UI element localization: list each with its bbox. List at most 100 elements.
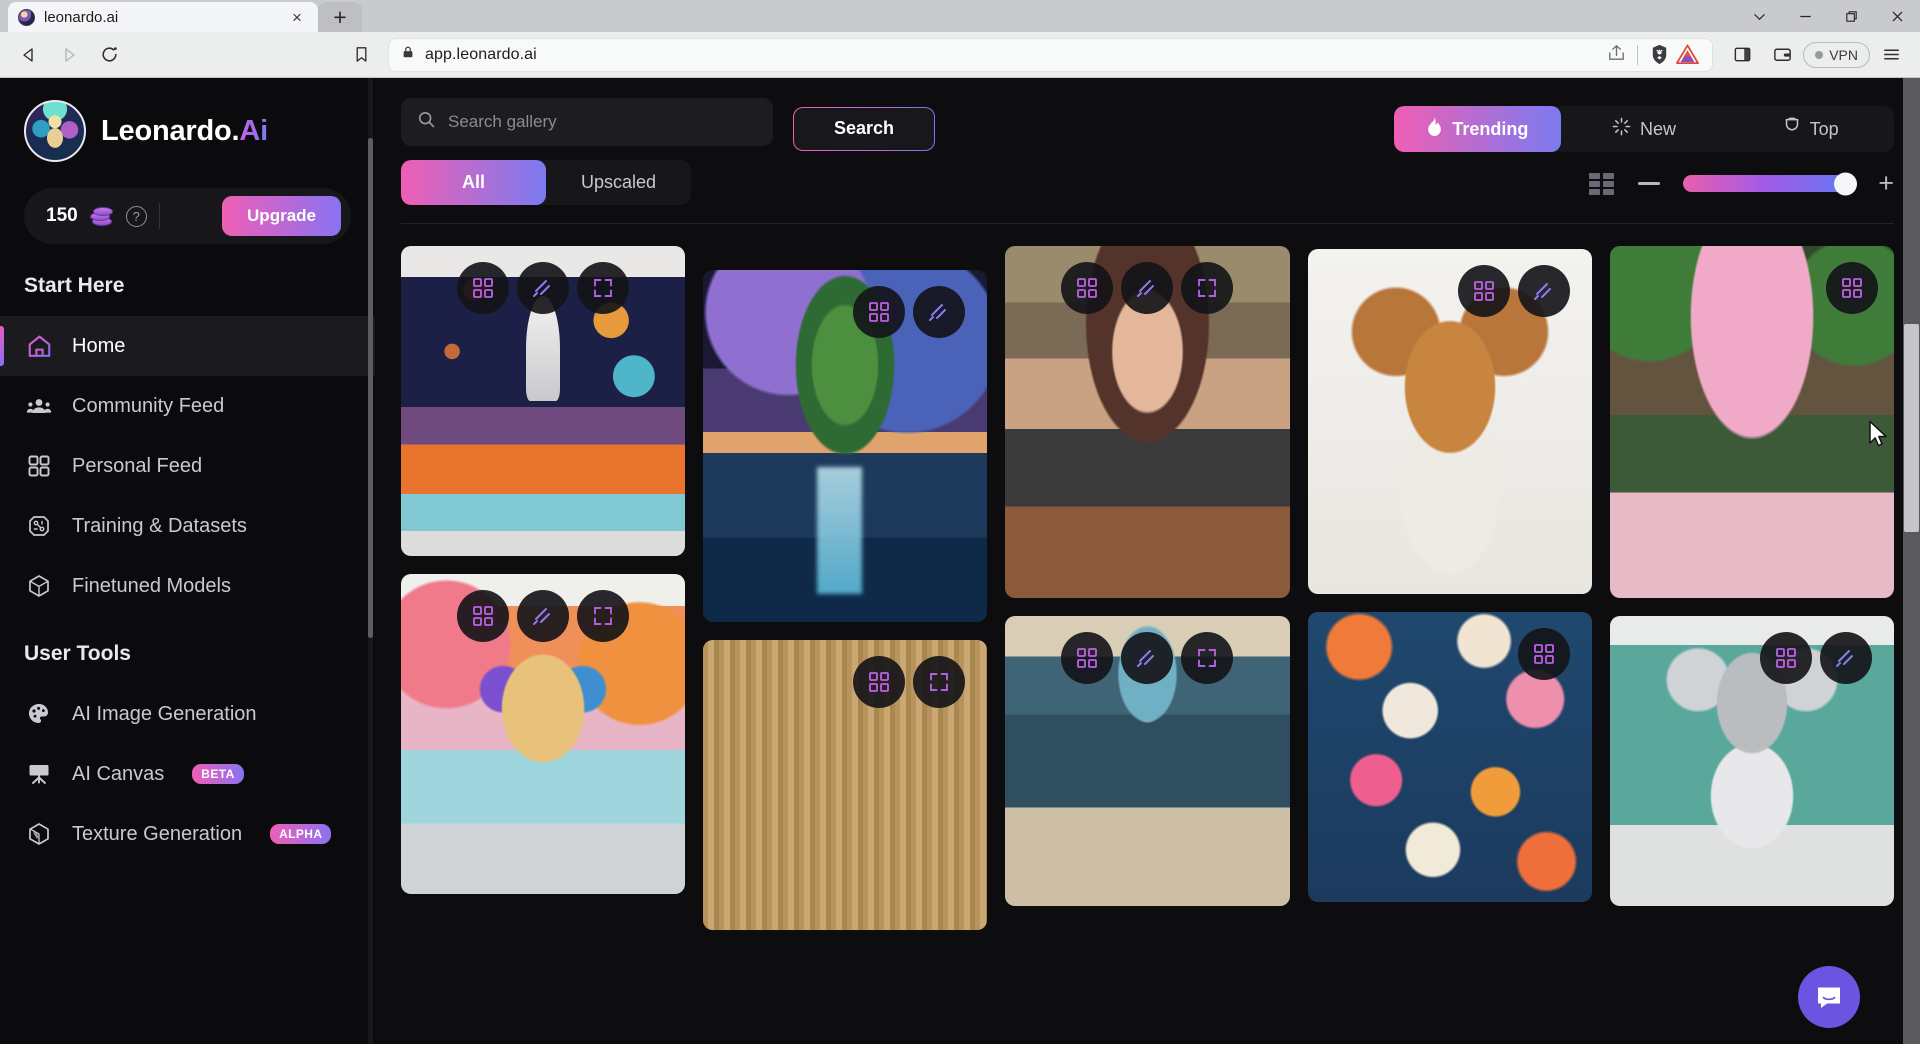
gallery-card-colorful-lion-sunglasses-illustration[interactable] [401, 574, 686, 894]
remix-icon[interactable] [853, 656, 906, 708]
forward-arrow-icon[interactable] [50, 37, 88, 73]
remix-icon[interactable] [1061, 262, 1114, 314]
gallery-card-blue-haired-fantasy-warrior[interactable] [1005, 616, 1290, 906]
sidebar-scrollbar-thumb[interactable] [368, 138, 373, 638]
gallery-column [401, 246, 686, 930]
page-scrollbar-track[interactable] [1903, 78, 1920, 1044]
expand-icon[interactable] [1181, 262, 1234, 314]
expand-icon[interactable] [1181, 632, 1234, 684]
upscale-icon[interactable] [517, 262, 570, 314]
zoom-in-button[interactable]: + [1878, 170, 1894, 197]
remix-icon[interactable] [457, 590, 510, 642]
remix-icon[interactable] [1061, 632, 1114, 684]
grid-density-icon[interactable] [1589, 172, 1615, 195]
reload-icon[interactable] [90, 37, 128, 73]
sort-tabs: Trending New Top [1394, 106, 1894, 152]
sidebar-item-finetuned-models[interactable]: Finetuned Models [0, 556, 375, 616]
hamburger-menu-icon[interactable] [1872, 37, 1910, 73]
remix-icon[interactable] [1517, 628, 1570, 680]
sidebar-item-ai-canvas[interactable]: AI Canvas BETA [0, 744, 375, 804]
sidebar-item-community-feed[interactable]: Community Feed [0, 376, 375, 436]
remix-icon[interactable] [853, 286, 906, 338]
zoom-slider[interactable] [1683, 172, 1858, 195]
help-circle-icon[interactable]: ? [125, 205, 147, 227]
credits-amount: 150 [46, 205, 78, 226]
bookmark-icon[interactable] [342, 37, 380, 73]
tab-label: Top [1809, 118, 1839, 139]
upscale-icon[interactable] [517, 590, 570, 642]
upscale-icon[interactable] [1121, 262, 1174, 314]
brave-lion-icon[interactable] [1648, 43, 1671, 66]
gallery-card-egyptian-papyrus-hieroglyphs[interactable] [703, 640, 988, 930]
brand[interactable]: Leonardo.Ai [0, 100, 375, 162]
divider [158, 203, 160, 229]
gallery-card-floral-pattern-textile[interactable] [1307, 612, 1592, 902]
remix-icon[interactable] [1826, 262, 1878, 314]
tab-top[interactable]: Top [1727, 106, 1894, 152]
card-actions [1005, 632, 1289, 684]
page-scrollbar-thumb[interactable] [1904, 324, 1919, 532]
sidebar-item-label: Personal Feed [72, 454, 203, 477]
upscale-icon[interactable] [913, 286, 966, 338]
credits-bar: 150 ? Upgrade [24, 188, 351, 244]
remix-icon[interactable] [1457, 265, 1510, 317]
sparkle-icon [1612, 117, 1631, 141]
sidebar-item-home[interactable]: Home [0, 316, 375, 376]
remix-icon[interactable] [1760, 632, 1812, 684]
sidebar-item-texture-generation[interactable]: Texture Generation ALPHA [0, 804, 375, 864]
sidebar-item-ai-image-generation[interactable]: AI Image Generation [0, 684, 375, 744]
vpn-button[interactable]: VPN [1803, 41, 1870, 68]
intercom-chat-icon[interactable] [1798, 966, 1860, 1028]
sidebar-item-label: Training & Datasets [72, 514, 247, 537]
browser-tab[interactable]: leonardo.ai × [8, 2, 318, 32]
search-input[interactable] [448, 112, 757, 132]
vpn-status-dot [1815, 50, 1824, 59]
close-window-icon[interactable] [1874, 0, 1920, 32]
back-arrow-icon[interactable] [10, 37, 48, 73]
gallery-card-koala-on-bicycle-illustration[interactable] [1609, 616, 1894, 906]
gallery-card-pink-haired-fairy-portrait[interactable] [1609, 246, 1894, 598]
main-content: All Upscaled Search Tren [375, 78, 1920, 1044]
expand-icon[interactable] [913, 656, 966, 708]
zoom-slider-knob[interactable] [1834, 172, 1858, 195]
brave-rewards-icon[interactable] [1675, 43, 1700, 66]
people-icon [24, 391, 54, 421]
tab-search-chevron-down-icon[interactable] [1736, 0, 1782, 32]
zoom-out-button[interactable] [1638, 182, 1661, 185]
sidebar-item-personal-feed[interactable]: Personal Feed [0, 436, 375, 496]
gallery-card-space-shuttle-launch-illustration[interactable] [401, 246, 686, 556]
expand-icon[interactable] [577, 262, 630, 314]
sidebar-item-training-datasets[interactable]: Training & Datasets [0, 496, 375, 556]
close-icon[interactable]: × [286, 6, 308, 28]
upscale-icon[interactable] [1820, 632, 1872, 684]
upscale-icon[interactable] [1121, 632, 1174, 684]
gallery-card-portrait-woman-gold-necklace[interactable] [1005, 246, 1290, 598]
search-input-wrapper[interactable] [401, 98, 773, 146]
new-tab-button[interactable]: + [318, 2, 362, 32]
tab-new[interactable]: New [1561, 106, 1728, 152]
wallet-icon[interactable] [1763, 37, 1801, 73]
sidebar-item-label: Texture Generation [72, 822, 243, 845]
trophy-icon [1783, 117, 1801, 141]
upgrade-button[interactable]: Upgrade [222, 196, 341, 236]
gallery-card-cosmic-tree-waterfall-landscape[interactable] [703, 270, 988, 622]
tab-upscaled[interactable]: Upscaled [546, 160, 691, 205]
remix-icon[interactable] [457, 262, 510, 314]
tab-label: Trending [1452, 118, 1529, 139]
flame-icon [1426, 117, 1443, 141]
address-bar[interactable]: app.leonardo.ai [388, 37, 1714, 72]
gallery-card-chihuahua-watercolor-portrait[interactable] [1307, 249, 1592, 594]
tab-trending[interactable]: Trending [1394, 106, 1561, 152]
expand-icon[interactable] [577, 590, 630, 642]
sidebar-item-label: Home [72, 334, 126, 357]
sort-and-zoom: Trending New Top + [1394, 106, 1894, 197]
sidebar-panel-icon[interactable] [1723, 37, 1761, 73]
restore-window-icon[interactable] [1828, 0, 1874, 32]
minimize-icon[interactable] [1782, 0, 1828, 32]
share-icon[interactable] [1606, 42, 1627, 68]
tab-all[interactable]: All [401, 160, 546, 205]
app-sidebar: Leonardo.Ai 150 ? Upgrade Start Here Hom… [0, 78, 375, 1044]
training-chip-icon [24, 511, 54, 541]
search-button[interactable]: Search [793, 107, 935, 151]
upscale-icon[interactable] [1517, 265, 1570, 317]
